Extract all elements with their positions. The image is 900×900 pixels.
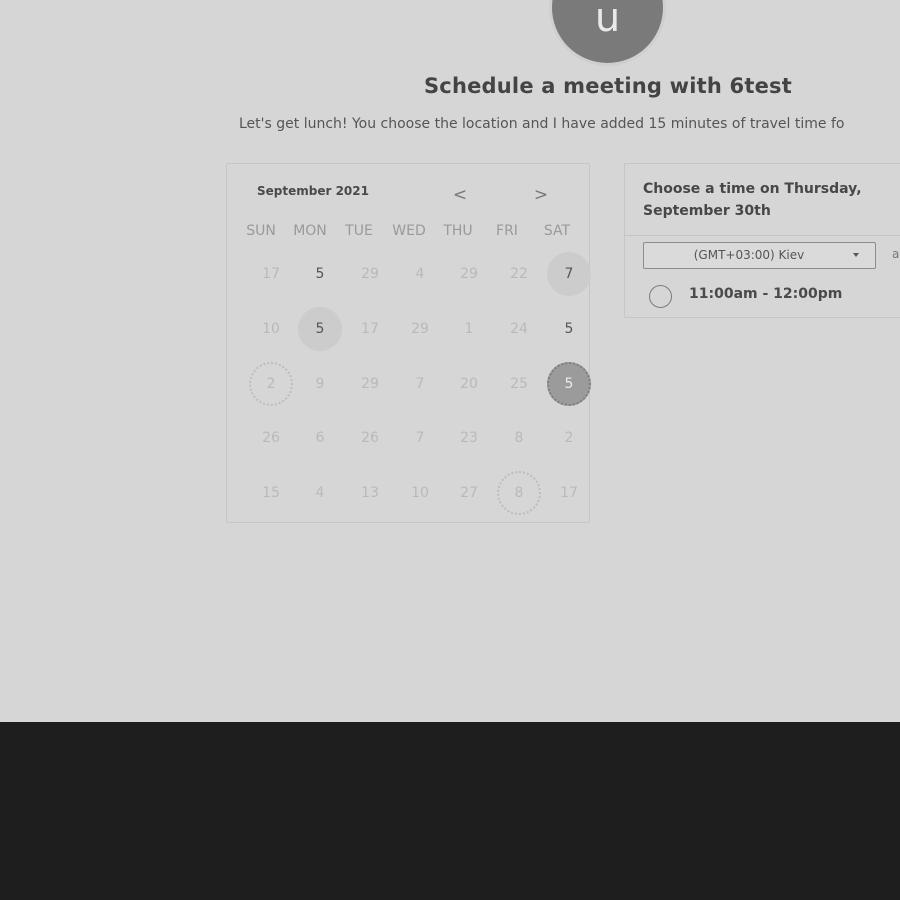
calendar-day: 17 xyxy=(262,266,280,282)
time-slot-label: 11:00am - 12:00pm xyxy=(689,286,843,302)
calendar-day[interactable]: 7 xyxy=(547,252,591,296)
calendar-day: 1 xyxy=(464,321,474,337)
avatar-initial: u xyxy=(594,0,621,41)
page-title: Schedule a meeting with 6test xyxy=(423,74,792,98)
calendar-day: 17 xyxy=(560,485,578,501)
weekday-thu: THU xyxy=(443,223,473,239)
calendar-day: 8 xyxy=(497,471,541,515)
timezone-value: (GMT+03:00) Kiev xyxy=(693,248,805,262)
caret-down-icon xyxy=(853,253,859,257)
time-panel-header: Choose a time on Thursday, September 30t… xyxy=(625,164,900,236)
time-slot-option[interactable]: 11:00am - 12:00pm xyxy=(647,283,900,309)
scheduling-page: u Schedule a meeting with 6test Let's ge… xyxy=(0,0,900,722)
date-picker-calendar: September 2021 < > SUN MON TUE WED THU F… xyxy=(226,163,591,523)
calendar-day: 7 xyxy=(415,376,425,392)
calendar-day: 2 xyxy=(249,362,293,406)
calendar-day[interactable]: 5 xyxy=(298,307,342,351)
calendar-day: 20 xyxy=(460,376,478,392)
calendar-day: 22 xyxy=(510,266,528,282)
selected-date-heading: Choose a time on Thursday, September 30t… xyxy=(643,181,862,219)
weekday-fri: FRI xyxy=(496,223,518,239)
time-slot-radio[interactable] xyxy=(649,285,672,308)
calendar-day: 26 xyxy=(262,430,280,446)
calendar-day: 17 xyxy=(361,321,379,337)
calendar-day: 7 xyxy=(415,430,425,446)
timezone-select[interactable]: (GMT+03:00) Kiev xyxy=(643,242,876,269)
calendar-day: 15 xyxy=(262,485,280,501)
next-month-icon[interactable]: > xyxy=(530,184,552,206)
calendar-day: 26 xyxy=(361,430,379,446)
calendar-day: 23 xyxy=(460,430,478,446)
calendar-day: 29 xyxy=(361,376,379,392)
previous-month-icon[interactable]: < xyxy=(449,184,471,206)
time-slot-panel: Choose a time on Thursday, September 30t… xyxy=(624,163,900,318)
calendar-day: 27 xyxy=(460,485,478,501)
weekday-mon: MON xyxy=(293,223,327,239)
calendar-day: 2 xyxy=(564,430,574,446)
calendar-day: 4 xyxy=(415,266,425,282)
weekday-wed: WED xyxy=(392,223,426,239)
calendar-day: 9 xyxy=(315,376,325,392)
calendar-day: 4 xyxy=(315,485,325,501)
calendar-day[interactable]: 5 xyxy=(298,252,342,296)
calendar-day: 8 xyxy=(514,430,524,446)
calendar-day: 10 xyxy=(411,485,429,501)
calendar-day: 29 xyxy=(460,266,478,282)
meeting-description: Let's get lunch! You choose the location… xyxy=(239,116,845,132)
host-avatar: u xyxy=(552,0,663,63)
calendar-day: 29 xyxy=(411,321,429,337)
calendar-day[interactable]: 5 xyxy=(547,307,591,351)
calendar-day: 6 xyxy=(315,430,325,446)
timezone-extra-text: a xyxy=(892,247,900,261)
month-label: September 2021 xyxy=(257,184,369,198)
weekday-sun: SUN xyxy=(246,223,276,239)
calendar-day[interactable]: 5 xyxy=(547,362,591,406)
footer-band xyxy=(0,722,900,900)
calendar-day: 24 xyxy=(510,321,528,337)
calendar-day: 10 xyxy=(262,321,280,337)
weekday-tue: TUE xyxy=(345,223,373,239)
calendar-day: 29 xyxy=(361,266,379,282)
weekday-sat: SAT xyxy=(543,223,571,239)
calendar-day: 13 xyxy=(361,485,379,501)
calendar-day: 25 xyxy=(510,376,528,392)
